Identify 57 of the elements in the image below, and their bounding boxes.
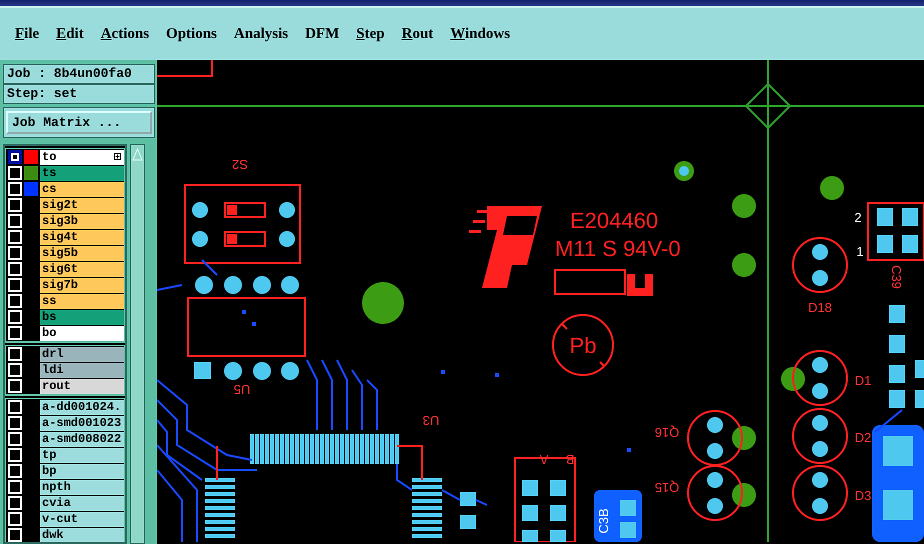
layer-checkbox[interactable] xyxy=(8,150,22,164)
menu-item[interactable]: Step xyxy=(356,26,385,42)
menu-item[interactable]: Windows xyxy=(450,26,510,42)
expand-icon[interactable] xyxy=(114,153,121,160)
scrollbar[interactable] xyxy=(130,144,145,544)
menu-item[interactable]: File xyxy=(15,26,40,42)
menu-item[interactable]: Options xyxy=(166,26,217,42)
layer-name[interactable]: a-smd001023 xyxy=(40,416,124,430)
component-label: U3 xyxy=(422,413,440,428)
component-label: S2 xyxy=(232,157,248,172)
layer-name[interactable]: ss xyxy=(40,294,124,308)
component-label: 1 xyxy=(856,244,864,259)
layer-name[interactable]: bs xyxy=(40,310,124,324)
layer-name[interactable]: bp xyxy=(40,464,124,478)
menu-item[interactable]: Actions xyxy=(100,26,150,42)
layer-name[interactable]: drl xyxy=(40,346,124,362)
component-label: D18 xyxy=(808,300,832,315)
menu-item[interactable]: Edit xyxy=(56,26,84,42)
layer-name[interactable]: to xyxy=(40,150,124,164)
layer-name[interactable]: a-dd001024. xyxy=(40,400,124,414)
ul-marking-text: M11 S 94V-0 xyxy=(555,236,681,261)
lead-free-mark: Pb xyxy=(570,333,596,358)
layer-name[interactable]: sig5b xyxy=(40,246,124,260)
job-matrix-button[interactable]: Job Matrix ... xyxy=(6,111,152,134)
layer-name[interactable]: sig3b xyxy=(40,214,124,228)
layer-name[interactable]: sig2t xyxy=(40,198,124,212)
layer-name[interactable]: ldi xyxy=(40,362,124,378)
component-label: C3B xyxy=(596,508,611,534)
component-label: U5 xyxy=(234,382,250,397)
layer-name[interactable]: sig7b xyxy=(40,278,124,292)
layer-name[interactable]: tp xyxy=(40,448,124,462)
step-field: Step: set xyxy=(3,84,155,104)
layer-name[interactable]: bo xyxy=(40,326,124,340)
layer-name[interactable]: ts xyxy=(40,166,124,180)
menu-item[interactable]: Rout xyxy=(402,26,434,42)
component-label: B xyxy=(566,452,574,467)
layer-name[interactable]: a-smd008022 xyxy=(40,432,124,446)
layer-name[interactable]: rout xyxy=(40,378,124,394)
component-label: 2 xyxy=(854,210,862,225)
layer-name[interactable]: dwk xyxy=(40,528,124,542)
layer-name[interactable]: cvia xyxy=(40,496,124,510)
component-label: Q16 xyxy=(654,425,680,440)
job-field: Job : 8b4un00fa0 xyxy=(3,64,155,84)
layer-name[interactable]: sig6t xyxy=(40,262,124,276)
component-label: A xyxy=(540,452,548,467)
layer-name[interactable]: cs xyxy=(40,182,124,196)
component-label: D2 xyxy=(854,430,872,445)
component-label: C39 xyxy=(889,265,904,289)
layer-name[interactable]: v-cut xyxy=(40,512,124,526)
layer-name[interactable]: npth xyxy=(40,480,124,494)
menu-item[interactable]: Analysis xyxy=(234,26,288,42)
layer-name[interactable]: sig4t xyxy=(40,230,124,244)
component-label: Q15 xyxy=(654,480,680,495)
menu-item[interactable]: DFM xyxy=(305,26,340,42)
component-label: D1 xyxy=(854,373,872,388)
ul-marking-text: E204460 xyxy=(570,208,658,233)
component-label: D3 xyxy=(854,488,872,503)
